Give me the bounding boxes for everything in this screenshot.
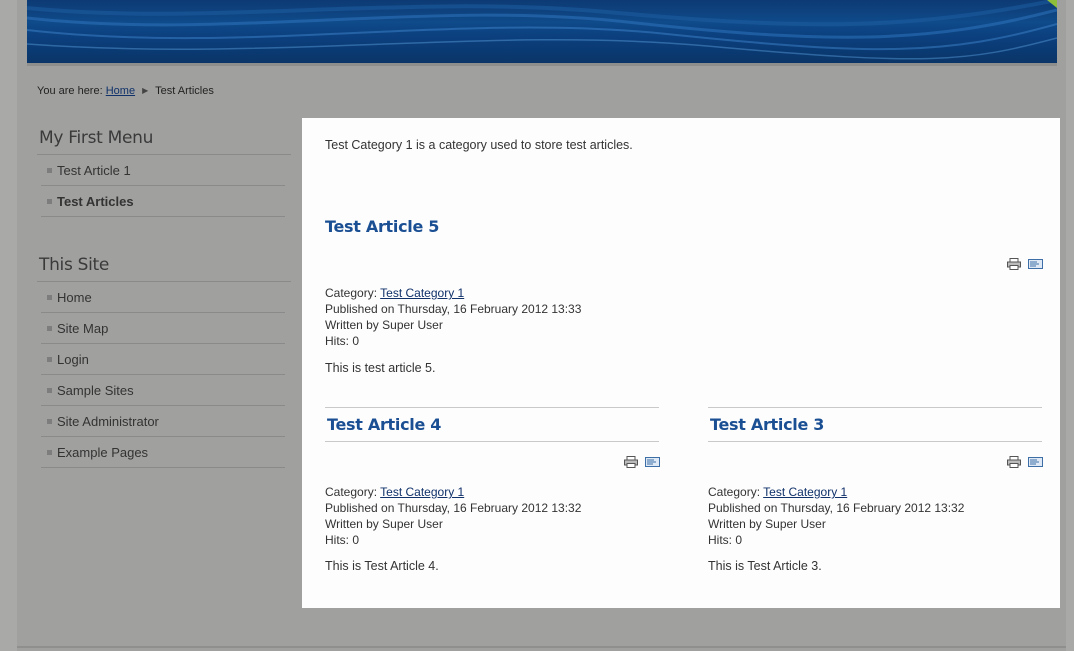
meta-published-label: Published on	[325, 501, 395, 515]
menu-item-label: Sample Sites	[57, 383, 134, 398]
meta-published-label: Published on	[708, 501, 778, 515]
bullet-icon	[47, 199, 52, 204]
menu-item-site-map[interactable]: Site Map	[41, 313, 285, 344]
breadcrumb-prefix: You are here:	[37, 85, 103, 97]
column-divider	[325, 407, 659, 408]
breadcrumb-current: Test Articles	[155, 85, 214, 97]
main-content: Test Category 1 is a category used to st…	[302, 118, 1060, 608]
category-link[interactable]: Test Category 1	[763, 485, 847, 499]
bullet-icon	[47, 388, 52, 393]
menu-item-label: Test Article 1	[57, 163, 131, 178]
article-title-5[interactable]: Test Article 5	[325, 217, 439, 236]
article-3-intro: This is Test Article 3.	[708, 559, 822, 573]
menu-item-label: Site Administrator	[57, 414, 159, 429]
menu-item-label: Test Articles	[57, 194, 134, 209]
footer-divider	[17, 646, 1066, 648]
meta-hits: 0	[352, 334, 360, 348]
bullet-icon	[47, 357, 52, 362]
print-icon[interactable]	[1007, 453, 1022, 468]
bullet-icon	[47, 295, 52, 300]
meta-written-label: Written by	[325, 517, 379, 531]
email-icon[interactable]	[1028, 255, 1043, 269]
article-4-meta: Category: Test Category 1 Published on T…	[325, 484, 581, 548]
meta-author: Super User	[765, 517, 826, 531]
article-3-meta: Category: Test Category 1 Published on T…	[708, 484, 964, 548]
meta-published-date: Thursday, 16 February 2012 13:33	[397, 302, 582, 316]
menu-item-label: Login	[57, 352, 89, 367]
article-title-4[interactable]: Test Article 4	[327, 415, 441, 434]
meta-author: Super User	[382, 318, 443, 332]
sidebar: My First Menu Test Article 1 Test Articl…	[37, 120, 291, 468]
page-right-edge	[1066, 0, 1074, 651]
article-4-icons	[624, 453, 660, 468]
article-3-icons	[1007, 453, 1043, 468]
this-site-menu-list: Home Site Map Login Sample Sites Site Ad…	[41, 282, 291, 468]
header-banner	[27, 0, 1057, 66]
email-icon[interactable]	[1028, 453, 1043, 467]
meta-category-label: Category:	[325, 286, 378, 300]
menu-item-test-articles[interactable]: Test Articles	[41, 186, 285, 217]
meta-hits-label: Hits:	[708, 533, 732, 547]
bullet-icon	[47, 168, 52, 173]
header-waves	[27, 0, 1057, 60]
article-5-intro: This is test article 5.	[325, 361, 436, 375]
email-icon[interactable]	[645, 453, 660, 467]
meta-category-label: Category:	[708, 485, 761, 499]
article-title-3[interactable]: Test Article 3	[710, 415, 824, 434]
article-4-intro: This is Test Article 4.	[325, 559, 439, 573]
page-left-edge	[0, 0, 17, 651]
bullet-icon	[47, 326, 52, 331]
column-divider	[708, 441, 1042, 442]
category-description: Test Category 1 is a category used to st…	[325, 138, 633, 152]
bullet-icon	[47, 419, 52, 424]
article-5-icons	[1007, 255, 1043, 270]
breadcrumb-home-link[interactable]: Home	[106, 85, 135, 97]
column-divider	[708, 407, 1042, 408]
menu-item-sample-sites[interactable]: Sample Sites	[41, 375, 285, 406]
meta-category-label: Category:	[325, 485, 378, 499]
meta-author: Super User	[382, 517, 443, 531]
menu-item-example-pages[interactable]: Example Pages	[41, 437, 285, 468]
print-icon[interactable]	[1007, 255, 1022, 270]
bullet-icon	[47, 450, 52, 455]
menu-item-home[interactable]: Home	[41, 282, 285, 313]
meta-published-label: Published on	[325, 302, 395, 316]
my-first-menu-list: Test Article 1 Test Articles	[41, 155, 291, 217]
menu-item-test-article-1[interactable]: Test Article 1	[41, 155, 285, 186]
page-wrapper: You are here: Home ▶ Test Articles My Fi…	[17, 0, 1066, 651]
menu-item-label: Example Pages	[57, 445, 149, 460]
category-link[interactable]: Test Category 1	[380, 485, 464, 499]
meta-hits-label: Hits:	[325, 533, 349, 547]
article-5-meta: Category: Test Category 1 Published on T…	[325, 285, 581, 349]
meta-published-date: Thursday, 16 February 2012 13:32	[780, 501, 965, 515]
menu-item-label: Site Map	[57, 321, 109, 336]
menu-item-label: Home	[57, 290, 92, 305]
meta-published-date: Thursday, 16 February 2012 13:32	[397, 501, 582, 515]
menu-title-my-first-menu: My First Menu	[37, 120, 291, 155]
meta-written-label: Written by	[325, 318, 379, 332]
category-link[interactable]: Test Category 1	[380, 286, 464, 300]
breadcrumb-arrow-icon: ▶	[142, 86, 149, 95]
module-gap	[37, 217, 291, 247]
meta-hits: 0	[352, 533, 360, 547]
print-icon[interactable]	[624, 453, 639, 468]
menu-item-login[interactable]: Login	[41, 344, 285, 375]
column-divider	[325, 441, 659, 442]
meta-hits: 0	[735, 533, 743, 547]
menu-title-this-site: This Site	[37, 247, 291, 282]
meta-hits-label: Hits:	[325, 334, 349, 348]
menu-item-site-administrator[interactable]: Site Administrator	[41, 406, 285, 437]
meta-written-label: Written by	[708, 517, 762, 531]
breadcrumb: You are here: Home ▶ Test Articles	[37, 85, 214, 97]
